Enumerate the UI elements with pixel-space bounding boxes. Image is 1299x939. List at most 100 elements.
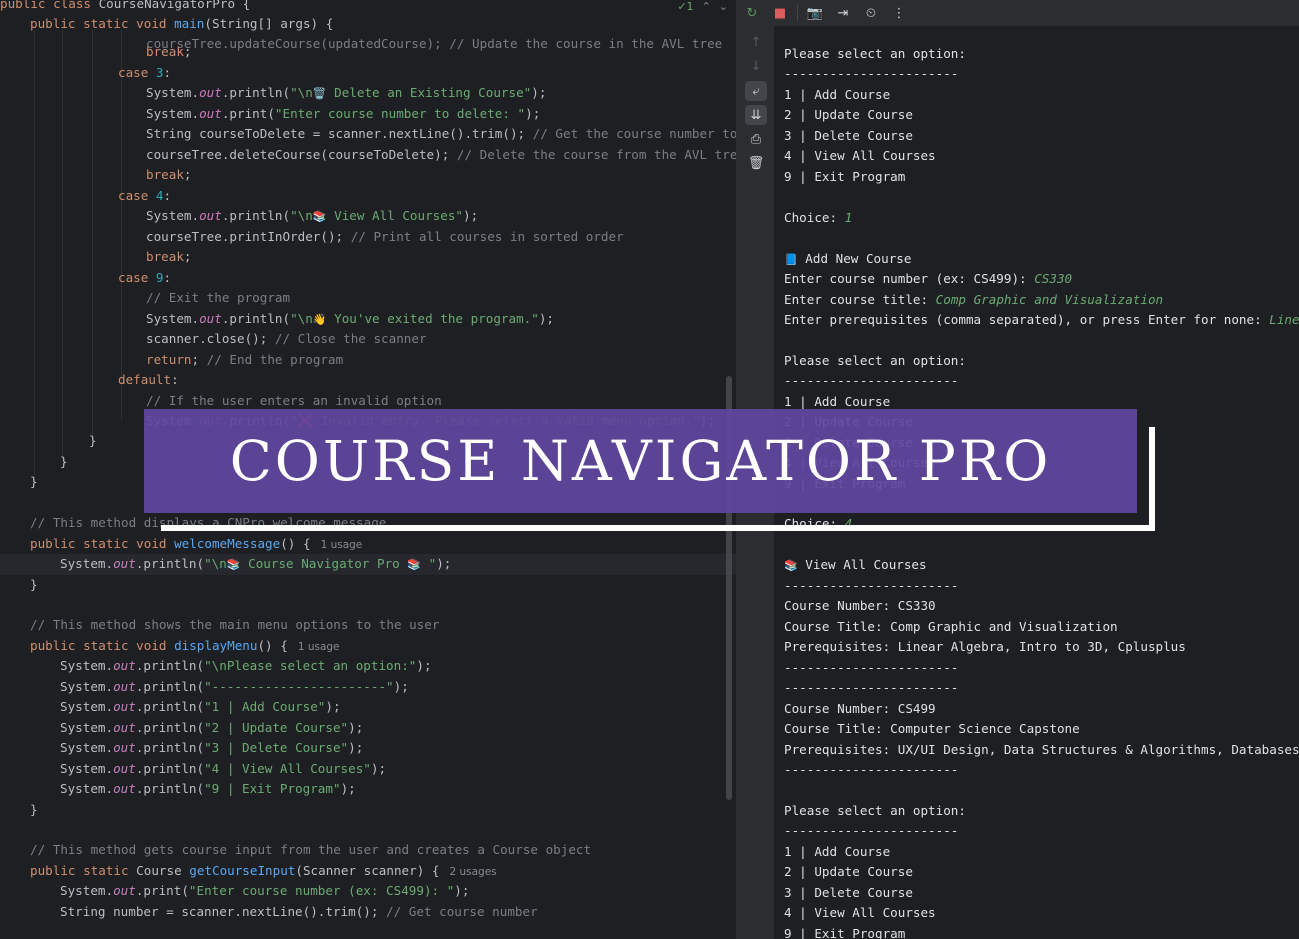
console-line: 9 | Exit Program: [784, 167, 905, 188]
code-line-token: );: [370, 761, 387, 776]
code-line-token: "Enter course number (ex: CS499): ": [188, 883, 455, 898]
code-line-token: public class: [0, 0, 99, 11]
console-line-token: 2 | Update Course: [784, 864, 913, 879]
code-line: System.out.println("--------------------…: [0, 677, 409, 698]
console-line: 1 | Add Course: [784, 842, 890, 863]
next-highlight-icon[interactable]: ⌄: [719, 0, 728, 14]
code-line-token: CourseNavigatorPro {: [98, 0, 251, 11]
console-line: 📚 View All Courses: [784, 555, 927, 576]
console-line-token: -----------------------: [784, 660, 959, 675]
code-line: break;: [0, 42, 192, 63]
console-line-token: Course Title: Computer Science Capstone: [784, 721, 1080, 736]
code-line: String number = scanner.nextLine().trim(…: [0, 902, 538, 923]
console-line: 2 | Update Course: [784, 105, 913, 126]
code-line-token: ;: [183, 167, 192, 182]
code-line-token: 📚: [407, 558, 422, 571]
console-line: -----------------------: [784, 371, 958, 392]
console-line-token: Enter course title:: [784, 292, 936, 307]
code-line-token: courseTree.updateCourse(updatedCourse); …: [146, 36, 723, 51]
code-line-token: // Close the scanner: [274, 331, 427, 346]
code-line-token: out: [113, 556, 136, 571]
soft-wrap-icon[interactable]: ⤶: [745, 81, 767, 101]
code-line-token: );: [538, 311, 555, 326]
profiler-icon[interactable]: ⏲: [860, 3, 882, 23]
code-line-token: );: [525, 106, 541, 121]
console-line-token: Please select an option:: [784, 803, 966, 818]
code-line-token: "\nPlease select an option:": [204, 658, 417, 673]
code-line-token: courseTree.deleteCourse(courseToDelete);: [146, 147, 457, 162]
code-line-token: (String[] args) {: [204, 16, 334, 31]
code-line-token: .println(: [135, 740, 205, 755]
code-line-token: // Delete the course from the AVL tree: [456, 147, 736, 162]
code-line: System.out.println("\n👋 You've exited th…: [0, 309, 554, 330]
code-line-token: ": [421, 556, 437, 571]
code-line-token: "4 | View All Courses": [204, 761, 371, 776]
camera-icon[interactable]: 📷: [804, 3, 826, 23]
code-line-token: () {: [280, 536, 311, 551]
inspection-widget[interactable]: ✓1 ⌃ ⌄: [677, 0, 728, 14]
usages-hint[interactable]: 2 usages: [449, 866, 496, 878]
code-line-token: courseTree.printInOrder();: [146, 229, 351, 244]
console-line-token: 1 | Add Course: [784, 87, 891, 102]
code-line-token: "\n: [290, 208, 313, 223]
usages-hint[interactable]: 1 usage: [298, 641, 340, 653]
console-line-token: Please select an option:: [784, 46, 966, 61]
console-line-token: 1 | Add Course: [784, 394, 891, 409]
code-line-token: );: [463, 208, 479, 223]
code-line-token: .println(: [135, 658, 205, 673]
code-line: System.out.println("\n📚 Course Navigator…: [0, 554, 736, 575]
console-line: Enter course title: Comp Graphic and Vis…: [784, 290, 1163, 311]
console-line: 2 | Update Course: [784, 862, 913, 883]
code-line-token: out: [199, 208, 222, 223]
console-line: 4 | View All Courses: [784, 903, 936, 924]
code-line-token: System.: [60, 720, 114, 735]
code-line-token: }: [30, 474, 38, 489]
console-line: 9 | Exit Program: [784, 924, 905, 939]
code-line-token: ;: [183, 44, 192, 59]
print-icon[interactable]: ⎙: [745, 129, 767, 149]
stop-icon[interactable]: ■: [769, 3, 791, 23]
code-line: // Exit the program: [0, 288, 290, 309]
code-line-token: // Get course number: [386, 904, 538, 919]
console-line: -----------------------: [784, 760, 958, 781]
trash-icon[interactable]: 🗑: [745, 153, 767, 173]
console-line: 4 | View All Courses: [784, 146, 936, 167]
code-line: System.out.print("Enter course number (e…: [0, 881, 469, 902]
usages-hint[interactable]: 1 usage: [321, 539, 363, 551]
code-line: public static Course getCourseInput(Scan…: [0, 861, 497, 882]
code-line-token: case: [118, 65, 156, 80]
code-line-token: "-----------------------": [204, 679, 394, 694]
arrow-up-icon[interactable]: ↑: [745, 32, 767, 52]
code-line: System.out.println("3 | Delete Course");: [0, 738, 363, 759]
inspection-count[interactable]: ✓1: [677, 0, 693, 14]
title-banner: COURSE NAVIGATOR PRO: [144, 409, 1137, 513]
code-line-token: // Exit the program: [146, 290, 291, 305]
code-line: courseTree.printInOrder(); // Print all …: [0, 227, 624, 248]
code-line-token: // This method gets course input from th…: [30, 842, 592, 857]
rerun-icon[interactable]: ↻: [741, 3, 763, 23]
more-options-icon[interactable]: ⋮: [888, 3, 910, 23]
previous-highlight-icon[interactable]: ⌃: [702, 0, 711, 14]
code-line-token: // Get the course number to delete: [532, 126, 736, 141]
code-line-token: :: [171, 372, 179, 387]
console-line-token: 📘: [784, 253, 798, 266]
console-line-token: 3 | Delete Course: [784, 128, 913, 143]
console-line-token: -----------------------: [784, 578, 959, 593]
code-line: case 9:: [0, 268, 171, 289]
scroll-to-end-icon[interactable]: ⇊: [745, 105, 767, 125]
code-line-token: Course: [136, 863, 190, 878]
code-line-token: );: [348, 740, 364, 755]
console-line-token: Prerequisites: Linear Algebra, Intro to …: [784, 639, 1186, 654]
code-line-token: "\n: [204, 556, 227, 571]
console-line-token: Choice:: [784, 210, 845, 225]
code-line-token: public static: [30, 863, 137, 878]
arrow-down-icon[interactable]: ↓: [745, 56, 767, 76]
code-line-token: break: [146, 167, 184, 182]
code-line-token: .println(: [135, 781, 205, 796]
export-icon[interactable]: ⇥: [832, 3, 854, 23]
run-toolbar: ↻ ■ 📷 ⇥ ⏲ ⋮: [736, 0, 1299, 26]
code-line-token: getCourseInput: [189, 863, 296, 878]
code-line-token: .println(: [135, 699, 205, 714]
code-line-token: // Print all courses in sorted order: [350, 229, 624, 244]
console-line-token: Linear Algebra, Intro to 3D, Cplusplus: [1269, 312, 1299, 327]
